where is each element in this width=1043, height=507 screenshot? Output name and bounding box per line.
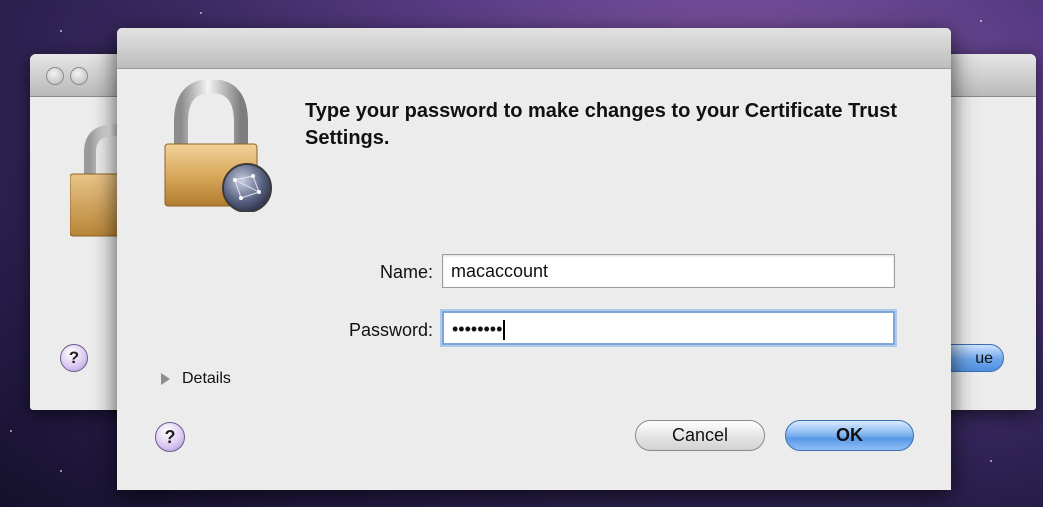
star	[980, 20, 982, 22]
details-label: Details	[182, 370, 231, 387]
password-label: Password:	[348, 320, 433, 340]
star	[10, 430, 12, 432]
name-field-value: macaccount	[451, 261, 549, 281]
ok-button[interactable]: OK	[785, 420, 914, 451]
window-control-icon[interactable]	[46, 67, 64, 85]
authentication-dialog: Type your password to make changes to yo…	[117, 28, 951, 490]
star	[60, 470, 62, 472]
dialog-message: Type your password to make changes to yo…	[305, 100, 898, 149]
details-disclosure[interactable]: Details	[161, 370, 231, 388]
password-field-value: ••••••••	[452, 319, 503, 339]
password-field[interactable]: ••••••••	[442, 311, 895, 345]
dialog-titlebar	[117, 28, 951, 69]
help-button[interactable]: ?	[155, 422, 185, 452]
lock-icon	[164, 80, 272, 212]
window-control-icon[interactable]	[70, 67, 88, 85]
disclosure-triangle-icon[interactable]	[161, 373, 170, 385]
cancel-button[interactable]: Cancel	[635, 420, 765, 451]
name-label: Name:	[379, 262, 433, 282]
star	[60, 30, 62, 32]
network-globe-icon	[222, 163, 272, 212]
name-field[interactable]: macaccount	[442, 254, 895, 288]
star	[990, 460, 992, 462]
text-caret	[503, 320, 506, 341]
star	[200, 12, 202, 14]
help-button[interactable]: ?	[60, 344, 88, 372]
